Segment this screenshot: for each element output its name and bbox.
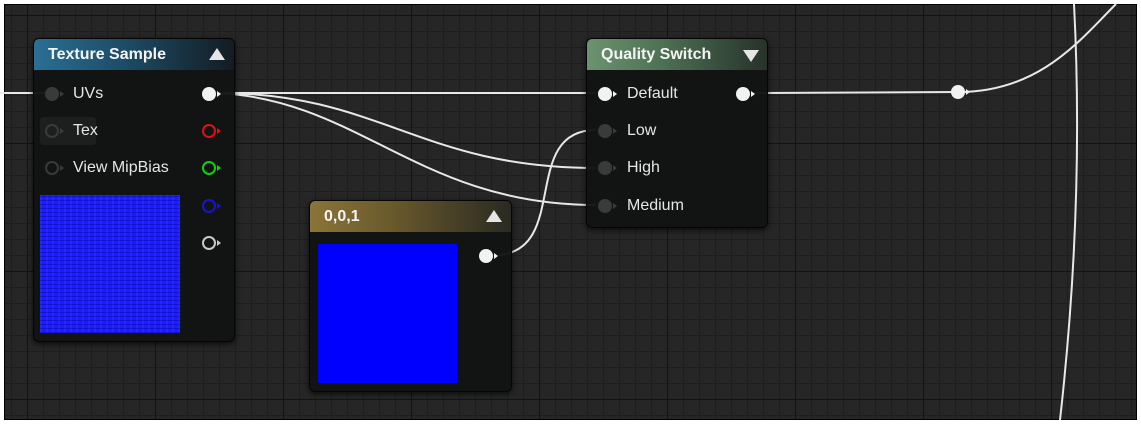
uvs-input-pin-icon[interactable]	[44, 86, 66, 102]
constant3vector-header[interactable]: 0,0,1	[310, 201, 511, 232]
texture-sample-header[interactable]: Texture Sample	[34, 39, 234, 70]
g-output-pin-icon[interactable]	[201, 160, 223, 176]
constant-output-pin-icon[interactable]	[478, 248, 500, 264]
view-mipbias-label: View MipBias	[73, 159, 169, 176]
tex-label: Tex	[73, 122, 98, 139]
input-pin-row-high: High	[587, 157, 767, 179]
view-mipbias-input-pin-icon[interactable]	[44, 160, 66, 176]
node-title: 0,0,1	[324, 208, 360, 225]
medium-label: Medium	[627, 197, 684, 214]
high-input-pin-icon[interactable]	[597, 160, 619, 176]
medium-input-pin-icon[interactable]	[597, 198, 619, 214]
quality-switch-header[interactable]: Quality Switch	[587, 39, 767, 70]
constant3vector-node[interactable]: 0,0,1	[309, 200, 512, 392]
quality-switch-output-pin-icon[interactable]	[735, 86, 757, 102]
default-input-pin-icon[interactable]	[597, 86, 619, 102]
expand-arrow-icon[interactable]	[743, 50, 759, 62]
input-pin-row-medium: Medium	[587, 195, 767, 217]
default-label: Default	[627, 85, 678, 102]
high-label: High	[627, 159, 660, 176]
rgb-output-pin-icon[interactable]	[201, 86, 223, 102]
input-pin-row-low: Low	[587, 120, 767, 142]
node-title: Texture Sample	[48, 46, 166, 63]
collapse-arrow-icon[interactable]	[486, 210, 502, 222]
a-output-pin-icon[interactable]	[201, 235, 223, 251]
texture-preview-image	[40, 195, 180, 333]
low-input-pin-icon[interactable]	[597, 123, 619, 139]
texture-sample-node[interactable]: Texture Sample UVs Tex View MipBias	[33, 38, 235, 342]
low-label: Low	[627, 122, 657, 139]
tex-input-pin-icon[interactable]	[44, 123, 66, 139]
color-preview-swatch	[317, 243, 458, 384]
node-title: Quality Switch	[601, 46, 712, 63]
quality-switch-node[interactable]: Quality Switch Default Low High Medium	[586, 38, 768, 228]
uvs-label: UVs	[73, 85, 104, 102]
b-output-pin-icon[interactable]	[201, 198, 223, 214]
collapse-arrow-icon[interactable]	[209, 48, 225, 60]
r-output-pin-icon[interactable]	[201, 123, 223, 139]
